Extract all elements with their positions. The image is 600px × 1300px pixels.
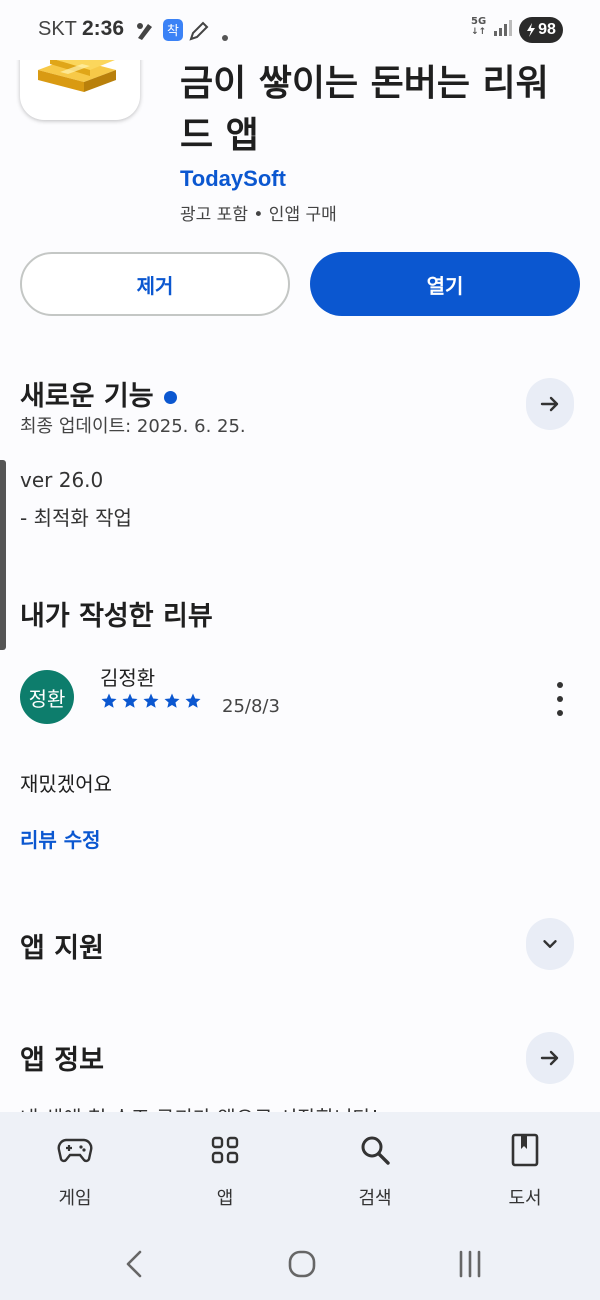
whats-new-arrow-button[interactable] [526, 378, 574, 430]
more-vert-dot [557, 696, 563, 702]
app-support-heading: 앱 지원 [20, 933, 104, 964]
play-store-app-page: SKT 2:36 착 5G ↓↑ 98 금이 쌓이는 돈버는 리워드 앱 Tod… [0, 0, 600, 1300]
nav-item-search[interactable]: 검색 [300, 1112, 450, 1230]
charging-bolt-icon [527, 23, 536, 37]
star-rating [100, 692, 202, 710]
battery-indicator: 98 [519, 17, 563, 43]
notification-edit-icon [188, 20, 210, 46]
chevron-down-icon [543, 940, 557, 948]
star-icon [101, 693, 117, 708]
nav-item-games[interactable]: 게임 [0, 1112, 150, 1230]
carrier-label: SKT [38, 18, 77, 40]
nav-label-apps: 앱 [216, 1188, 234, 1209]
star-icon [143, 693, 159, 708]
back-button[interactable] [114, 1244, 154, 1284]
recents-button[interactable] [450, 1244, 490, 1284]
whats-new-title: 새로운 기능 [20, 381, 154, 412]
avatar: 정환 [20, 670, 74, 724]
notification-dot-icon [221, 27, 229, 46]
open-button[interactable]: 열기 [310, 252, 580, 316]
arrow-right-icon [540, 396, 559, 412]
more-vert-dot [557, 682, 563, 688]
network-type: 5G ↓↑ [471, 16, 487, 38]
version-text: ver 26.0 [20, 468, 104, 492]
nav-label-games: 게임 [58, 1188, 92, 1209]
bottom-navigation: 게임 앱 검색 도서 [0, 1112, 600, 1230]
nav-label-search: 검색 [358, 1188, 392, 1209]
app-info-arrow-button[interactable] [526, 1032, 574, 1084]
nav-label-books: 도서 [508, 1188, 542, 1209]
search-icon [350, 1130, 400, 1170]
edge-panel-handle[interactable] [0, 460, 6, 650]
home-icon [288, 1250, 316, 1278]
app-info-heading: 앱 정보 [20, 1045, 104, 1076]
review-date: 25/8/3 [222, 696, 280, 717]
clock: 2:36 [82, 17, 125, 40]
review-text: 재밌겠어요 [20, 772, 112, 796]
app-support-expand-button[interactable] [526, 918, 574, 970]
developer-link[interactable]: TodaySoft [180, 166, 286, 192]
notification-pen-icon [134, 20, 156, 46]
reviewer-name: 김정환 [100, 666, 156, 690]
uninstall-button[interactable]: 제거 [20, 252, 290, 316]
app-title: 금이 쌓이는 돈버는 리워드 앱 [180, 63, 549, 156]
apps-grid-icon [200, 1130, 250, 1170]
nav-item-apps[interactable]: 앱 [150, 1112, 300, 1230]
release-notes: - 최적화 작업 [20, 506, 132, 530]
review-more-options-button[interactable] [552, 682, 568, 716]
battery-level: 98 [538, 21, 556, 38]
arrow-right-icon [540, 1050, 559, 1066]
svg-text:착: 착 [167, 24, 179, 39]
signal-icon [493, 19, 513, 41]
last-update-date: 최종 업데이트: 2025. 6. 25. [20, 416, 246, 437]
new-indicator-dot [163, 391, 177, 404]
more-vert-dot [557, 710, 563, 716]
home-button[interactable] [282, 1244, 322, 1284]
star-icon [185, 693, 201, 708]
my-review-heading: 내가 작성한 리뷰 [20, 601, 213, 632]
recents-icon [459, 1250, 481, 1278]
status-bar: SKT 2:36 착 5G ↓↑ 98 [0, 0, 600, 60]
system-navigation-bar [0, 1230, 600, 1300]
gamepad-icon [50, 1130, 100, 1170]
notification-app-icon: 착 [162, 18, 184, 46]
app-meta-info: 광고 포함 • 인앱 구매 [180, 205, 337, 225]
star-icon [164, 693, 180, 708]
edit-review-link[interactable]: 리뷰 수정 [20, 824, 101, 853]
whats-new-heading: 새로운 기능 [20, 374, 177, 413]
star-icon [122, 693, 138, 708]
book-icon [500, 1130, 550, 1170]
nav-item-books[interactable]: 도서 [450, 1112, 600, 1230]
back-chevron-icon [126, 1250, 142, 1278]
